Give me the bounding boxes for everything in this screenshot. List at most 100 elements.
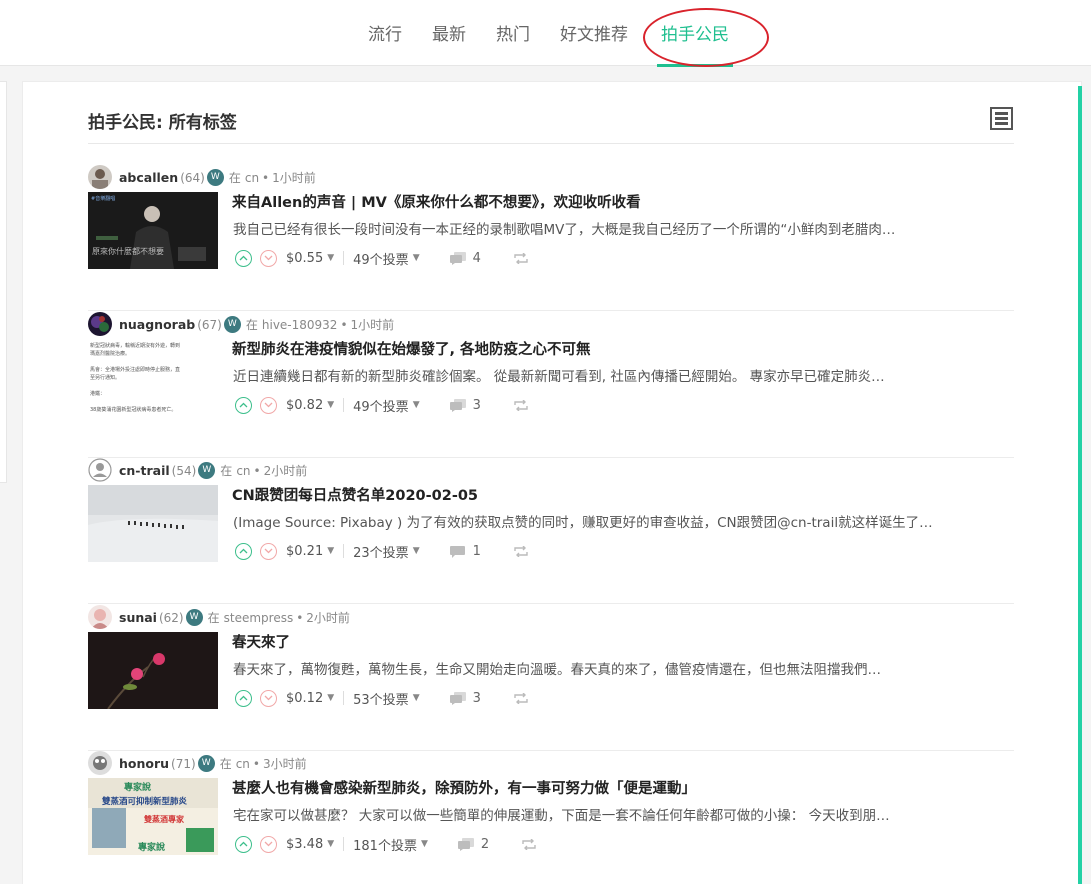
author-link[interactable]: abcallen bbox=[119, 170, 178, 185]
divider bbox=[343, 251, 345, 265]
comments-link[interactable]: 3 bbox=[449, 690, 481, 706]
dot-separator: • bbox=[296, 610, 304, 625]
avatar[interactable] bbox=[88, 312, 112, 336]
scrollbar[interactable] bbox=[1078, 86, 1082, 884]
post-excerpt[interactable]: (Image Source: Pixabay ) 为了有效的获取点赞的同时，赚取… bbox=[233, 511, 1014, 531]
post-title[interactable]: 来自Allen的声音 | MV《原来你什么都不想要》，欢迎收听收看 bbox=[232, 191, 641, 212]
post-actions: $0.82 ▼ 49个投票 ▼ 3 bbox=[235, 395, 528, 415]
votes-count[interactable]: 23个投票 bbox=[353, 542, 409, 561]
tab-trending[interactable]: 流行 bbox=[368, 20, 402, 45]
upvote-icon[interactable] bbox=[235, 835, 252, 853]
post-item: abcallen (64) W 在 cn • 1小时前 #音樂翻唱 原來你什麼都… bbox=[88, 165, 1014, 311]
downvote-icon[interactable] bbox=[260, 542, 277, 560]
caret-down-icon[interactable]: ▼ bbox=[413, 693, 420, 703]
in-label: 在 bbox=[220, 464, 233, 478]
caret-down-icon[interactable]: ▼ bbox=[327, 400, 334, 410]
comments-link[interactable]: 4 bbox=[449, 251, 481, 266]
avatar[interactable] bbox=[88, 751, 112, 775]
votes-count[interactable]: 49个投票 bbox=[353, 396, 409, 415]
author-link[interactable]: cn-trail bbox=[119, 463, 170, 478]
divider bbox=[343, 691, 345, 705]
post-title[interactable]: 新型肺炎在港疫情貌似在始爆發了, 各地防疫之心不可無 bbox=[232, 338, 591, 359]
upvote-icon[interactable] bbox=[235, 542, 252, 560]
post-thumbnail[interactable]: 專家說 雙蒸酒可抑制新型肺炎 雙蒸酒專家 專家說 bbox=[88, 778, 218, 855]
post-excerpt[interactable]: 宅在家可以做甚麼？ 大家可以做一些簡單的伸展運動，下面是一套不論任何年齡都可做的… bbox=[233, 804, 1014, 824]
reputation: (62) bbox=[158, 610, 184, 625]
post-title[interactable]: CN跟赞团每日点赞名单2020-02-05 bbox=[232, 484, 478, 505]
feed-title: 拍手公民: 所有标签 bbox=[88, 113, 237, 133]
post-title[interactable]: 春天來了 bbox=[232, 631, 290, 652]
in-label: 在 bbox=[219, 757, 232, 771]
caret-down-icon[interactable]: ▼ bbox=[413, 253, 420, 263]
post-thumbnail[interactable]: #音樂翻唱 原來你什麼都不想要 bbox=[88, 192, 218, 269]
payout-value[interactable]: $0.82 bbox=[286, 398, 323, 413]
avatar[interactable] bbox=[88, 458, 112, 482]
comments-link[interactable]: 3 bbox=[449, 398, 481, 413]
thumbnail-text-line: 38歲葵涌花園新型冠狀病毒患者死亡。 bbox=[90, 406, 176, 413]
in-label: 在 bbox=[228, 171, 241, 185]
post-thumbnail[interactable] bbox=[88, 485, 218, 562]
category-link[interactable]: steempress bbox=[224, 611, 294, 625]
payout-value[interactable]: $0.21 bbox=[286, 544, 323, 559]
caret-down-icon[interactable]: ▼ bbox=[327, 839, 334, 849]
post-excerpt[interactable]: 近日連續幾日都有新的新型肺炎確診個案。 從最新新聞可看到, 社區內傳播已經開始。… bbox=[233, 365, 1014, 385]
caret-down-icon[interactable]: ▼ bbox=[327, 253, 334, 263]
dot-separator: • bbox=[340, 317, 348, 332]
comments-link[interactable]: 1 bbox=[449, 544, 481, 559]
tab-recommended[interactable]: 好文推荐 bbox=[560, 20, 628, 45]
divider bbox=[88, 603, 1014, 604]
reblog-icon[interactable] bbox=[522, 838, 536, 850]
upvote-icon[interactable] bbox=[235, 689, 252, 707]
upvote-icon[interactable] bbox=[235, 249, 252, 267]
downvote-icon[interactable] bbox=[260, 689, 277, 707]
post-thumbnail[interactable]: 新型冠狀病毒，輸稱近期沒有外遊，轉到 瑪嘉烈醫院治療。 馬會：全港場外投注處即時… bbox=[88, 339, 218, 416]
reblog-icon[interactable] bbox=[514, 252, 528, 264]
thumbnail-text-line: 馬會：全港場外投注處即時停止服務，直 bbox=[90, 366, 180, 373]
divider bbox=[343, 837, 345, 851]
category-link[interactable]: cn bbox=[245, 171, 259, 185]
reblog-icon[interactable] bbox=[514, 545, 528, 557]
caret-down-icon[interactable]: ▼ bbox=[421, 839, 428, 849]
votes-count[interactable]: 49个投票 bbox=[353, 249, 409, 268]
category-link[interactable]: hive-180932 bbox=[262, 318, 338, 332]
author-link[interactable]: nuagnorab bbox=[119, 317, 195, 332]
downvote-icon[interactable] bbox=[260, 249, 277, 267]
thumbnail-text-line: 新型冠狀病毒，輸稱近期沒有外遊，轉到 bbox=[90, 342, 180, 349]
votes-count[interactable]: 53个投票 bbox=[353, 689, 409, 708]
upvote-icon[interactable] bbox=[235, 396, 252, 414]
post-excerpt[interactable]: 春天來了，萬物復甦，萬物生長，生命又開始走向溫暖。春天真的來了，儘管疫情還在，但… bbox=[233, 658, 1014, 678]
downvote-icon[interactable] bbox=[260, 396, 277, 414]
thumbnail-caption: 原來你什麼都不想要 bbox=[92, 246, 164, 256]
caret-down-icon[interactable]: ▼ bbox=[327, 693, 334, 703]
payout-value[interactable]: $0.12 bbox=[286, 691, 323, 706]
post-title[interactable]: 甚麼人也有機會感染新型肺炎，除預防外，有一事可努力做「便是運動」 bbox=[232, 777, 696, 798]
reblog-icon[interactable] bbox=[514, 399, 528, 411]
caret-down-icon[interactable]: ▼ bbox=[413, 546, 420, 556]
avatar[interactable] bbox=[88, 605, 112, 629]
caret-down-icon[interactable]: ▼ bbox=[413, 400, 420, 410]
comment-icon bbox=[457, 837, 474, 851]
post-meta: abcallen (64) W 在 cn • 1小时前 bbox=[119, 169, 316, 186]
downvote-icon[interactable] bbox=[260, 835, 277, 853]
layout-toggle-icon[interactable] bbox=[990, 107, 1013, 130]
author-link[interactable]: sunai bbox=[119, 610, 157, 625]
reblog-icon[interactable] bbox=[514, 692, 528, 704]
post-item: honoru (71) W 在 cn • 3小时前 專家說 雙蒸酒可抑制新型肺炎… bbox=[88, 751, 1014, 884]
feed-card: 拍手公民: 所有标签 abcallen (64) W 在 cn • 1小时前 #… bbox=[22, 81, 1082, 884]
divider bbox=[343, 544, 345, 558]
post-time: 2小时前 bbox=[263, 464, 308, 478]
caret-down-icon[interactable]: ▼ bbox=[327, 546, 334, 556]
post-excerpt[interactable]: 我自己已经有很长一段时间没有一本正经的录制歌唱MV了，大概是我自己经历了一个所谓… bbox=[233, 218, 1014, 238]
author-link[interactable]: honoru bbox=[119, 756, 169, 771]
category-link[interactable]: cn bbox=[236, 757, 250, 771]
avatar[interactable] bbox=[88, 165, 112, 189]
votes-count[interactable]: 181个投票 bbox=[353, 835, 417, 854]
payout-value[interactable]: $0.55 bbox=[286, 251, 323, 266]
payout-value[interactable]: $3.48 bbox=[286, 837, 323, 852]
comments-count: 3 bbox=[472, 690, 481, 706]
tab-new[interactable]: 最新 bbox=[432, 20, 466, 45]
post-thumbnail[interactable] bbox=[88, 632, 218, 709]
comments-link[interactable]: 2 bbox=[457, 837, 489, 852]
category-link[interactable]: cn bbox=[236, 464, 250, 478]
tab-hot[interactable]: 热门 bbox=[496, 20, 530, 45]
